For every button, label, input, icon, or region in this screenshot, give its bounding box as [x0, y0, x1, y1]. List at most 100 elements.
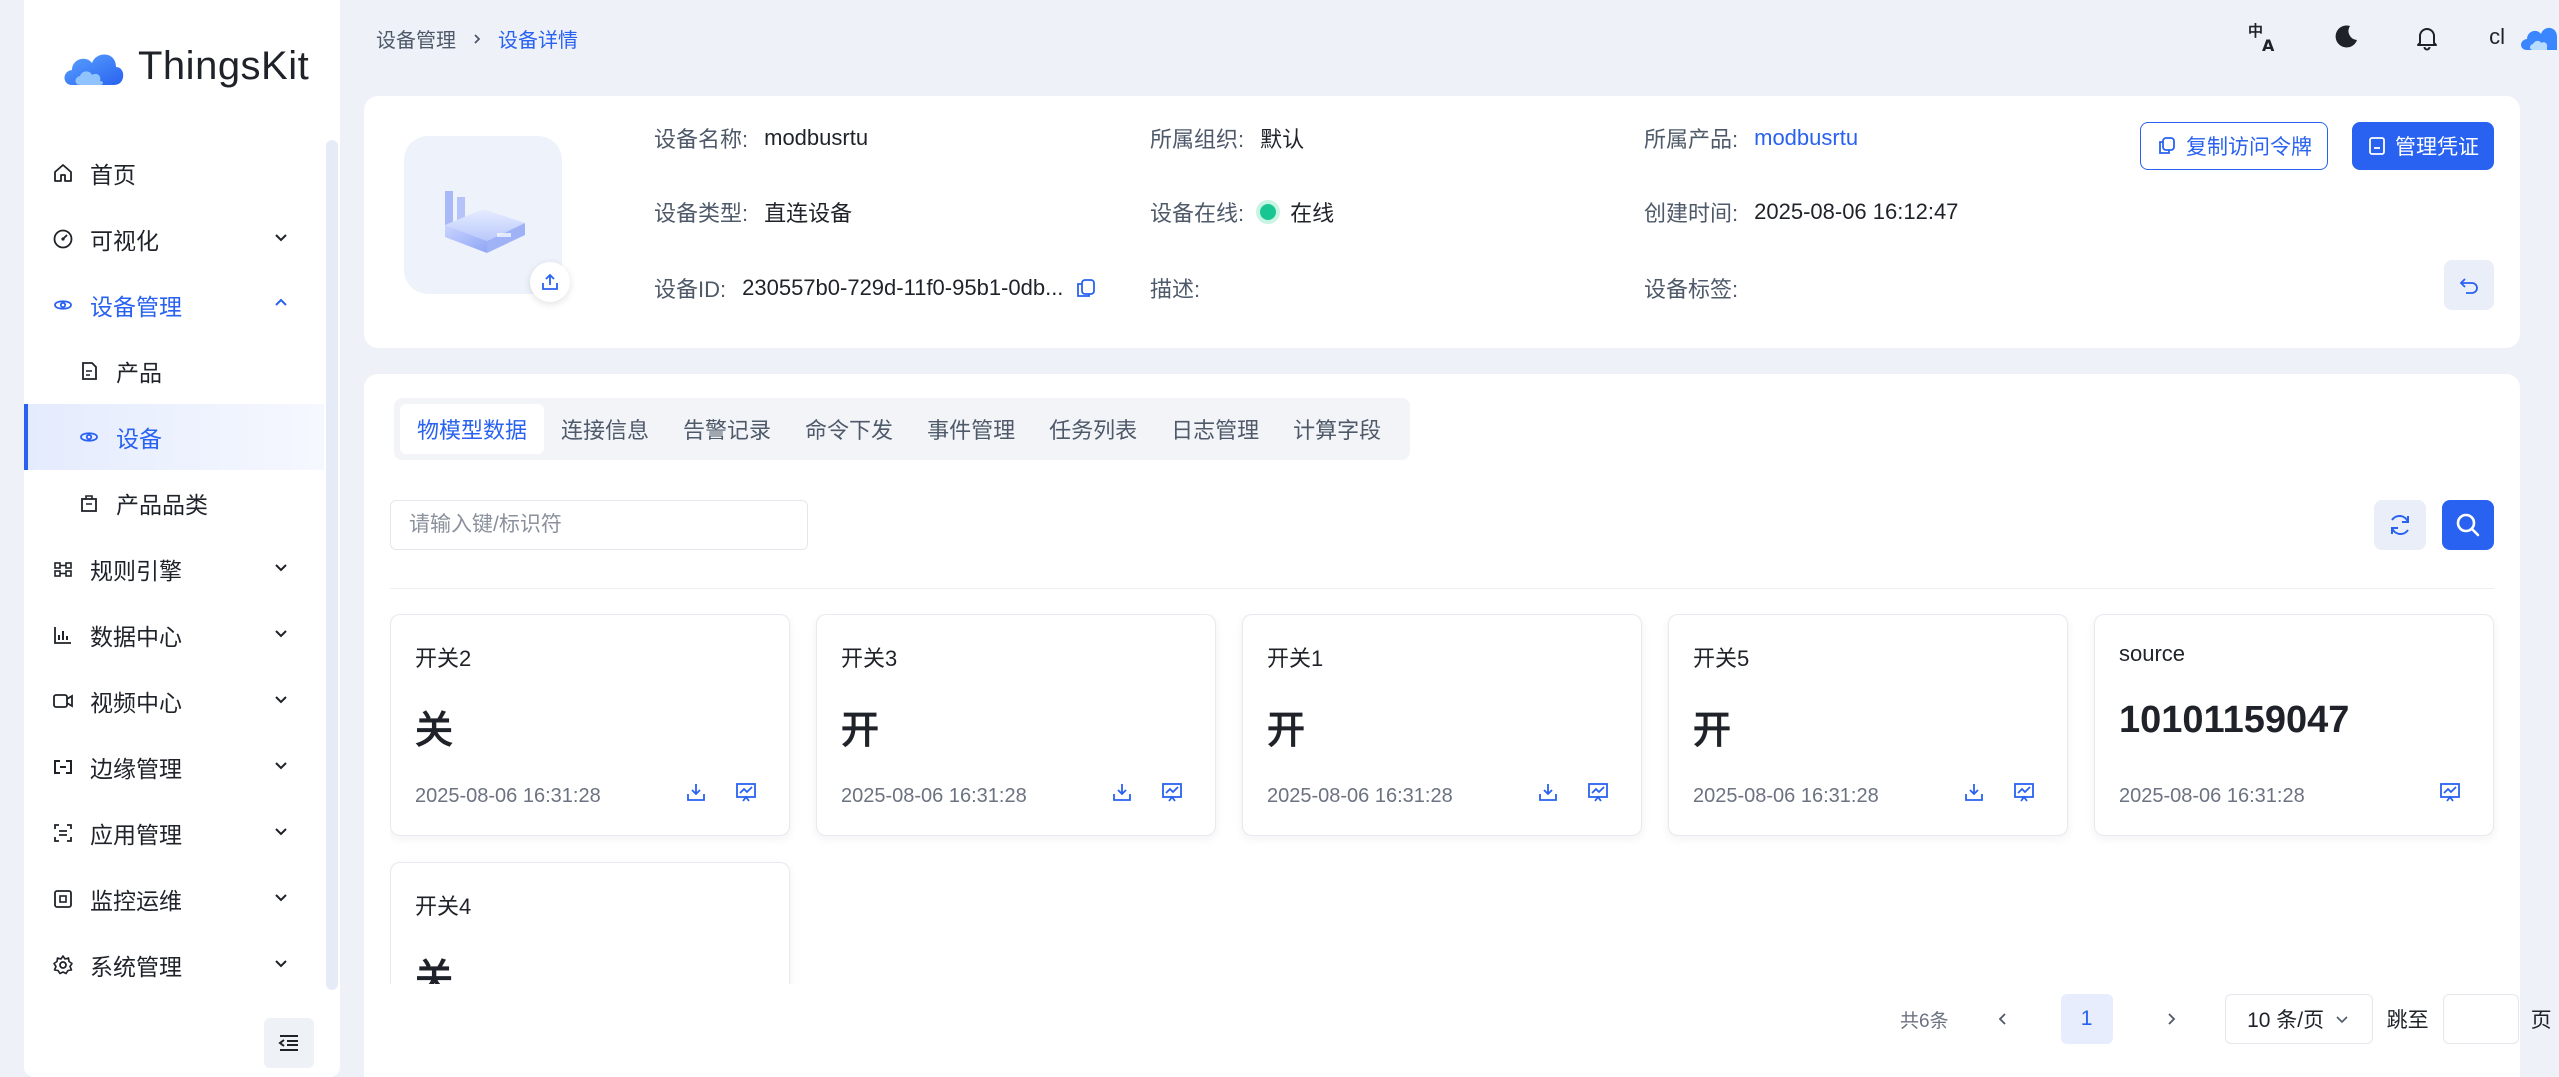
tab-connection-info[interactable]: 连接信息 — [544, 404, 666, 454]
telemetry-card: 开关5 开 2025-08-06 16:31:28 — [1668, 614, 2068, 836]
page-size-select[interactable]: 10 条/页 — [2224, 994, 2373, 1044]
sidebar-item-label: 产品 — [116, 360, 162, 386]
breadcrumb-item-current: 设备详情 — [498, 30, 578, 52]
tab-log-management[interactable]: 日志管理 — [1154, 404, 1276, 454]
jump-page-input[interactable] — [2442, 994, 2519, 1044]
trend-chart-icon[interactable] — [729, 775, 763, 809]
sidebar-item-label: 监控运维 — [90, 888, 182, 914]
chevron-left-icon — [1998, 1013, 2006, 1025]
sidebar-scrollbar[interactable] — [326, 140, 338, 990]
telemetry-card: 开关2 关 2025-08-06 16:31:28 — [390, 614, 790, 836]
device-product-link[interactable]: modbusrtu — [1754, 125, 1858, 151]
sidebar-item-edge-management[interactable]: 边缘管理 — [24, 734, 324, 800]
sidebar-item-video-center[interactable]: 视频中心 — [24, 668, 324, 734]
sidebar-item-visualization[interactable]: 可视化 — [24, 206, 324, 272]
device-type-value: 直连设备 — [764, 201, 853, 226]
tab-thing-model-data[interactable]: 物模型数据 — [400, 404, 545, 454]
dark-mode-icon[interactable] — [2325, 17, 2365, 57]
video-icon — [50, 688, 76, 714]
user-name[interactable]: cl — [2489, 24, 2505, 50]
telemetry-time: 2025-08-06 16:31:28 — [2119, 785, 2305, 807]
telemetry-name: 开关5 — [1693, 646, 1750, 671]
search-icon — [2456, 513, 2480, 537]
chevron-right-icon — [2167, 1013, 2175, 1025]
trend-chart-icon[interactable] — [2007, 775, 2041, 809]
device-type-field: 设备类型: 直连设备 — [654, 196, 852, 228]
chart-icon — [50, 622, 76, 648]
tab-task-list[interactable]: 任务列表 — [1032, 404, 1154, 454]
sidebar-item-system-management[interactable]: 系统管理 — [24, 932, 324, 998]
svg-text:A: A — [2262, 36, 2275, 54]
sidebar-item-label: 规则引擎 — [90, 558, 182, 584]
sidebar-item-app-management[interactable]: 应用管理 — [24, 800, 324, 866]
breadcrumb: 设备管理 设备详情 — [376, 24, 578, 53]
sidebar-item-rule-engine[interactable]: 规则引擎 — [24, 536, 324, 602]
pagination: 共6条 1 10 条/页 跳至 页 — [1900, 994, 2552, 1044]
sidebar-item-monitoring[interactable]: 监控运维 — [24, 866, 324, 932]
chevron-down-icon — [272, 756, 290, 774]
prev-page-button[interactable] — [1983, 999, 2023, 1039]
sidebar-item-device[interactable]: 设备 — [24, 404, 324, 470]
upload-image-button[interactable] — [530, 262, 570, 302]
trend-chart-icon[interactable] — [1581, 775, 1615, 809]
telemetry-value: 开 — [1693, 710, 1732, 752]
sidebar-item-device-management[interactable]: 设备管理 — [24, 272, 324, 338]
download-icon[interactable] — [1105, 775, 1139, 809]
tab-event-management[interactable]: 事件管理 — [910, 404, 1032, 454]
telemetry-value: 开 — [841, 710, 880, 752]
back-button[interactable] — [2444, 260, 2494, 310]
chevron-down-icon — [272, 690, 290, 708]
copy-access-token-button[interactable]: 复制访问令牌 — [2140, 122, 2328, 170]
breadcrumb-item[interactable]: 设备管理 — [376, 24, 456, 53]
page-number-current[interactable]: 1 — [2060, 994, 2113, 1044]
field-label: 创建时间: — [1644, 201, 1739, 226]
sidebar-item-home[interactable]: 首页 — [24, 140, 324, 206]
next-page-button[interactable] — [2151, 999, 2191, 1039]
trend-chart-icon[interactable] — [1155, 775, 1189, 809]
field-label: 描述: — [1150, 277, 1201, 302]
rule-engine-icon — [50, 556, 76, 582]
device-created-field: 创建时间: 2025-08-06 16:12:47 — [1644, 196, 1958, 228]
collapse-sidebar-button[interactable] — [264, 1018, 314, 1068]
online-status-dot — [1260, 204, 1277, 220]
download-icon[interactable] — [679, 775, 713, 809]
app-name: ThingsKit — [138, 44, 310, 88]
sidebar-item-product[interactable]: 产品 — [24, 338, 324, 404]
search-button[interactable] — [2442, 500, 2494, 550]
app-logo[interactable]: ThingsKit — [60, 44, 309, 89]
app-icon — [50, 820, 76, 846]
avatar-icon[interactable] — [2519, 22, 2559, 52]
category-icon — [76, 490, 102, 516]
cloud-logo-icon — [64, 53, 124, 85]
telemetry-time: 2025-08-06 16:31:28 — [415, 785, 601, 807]
chevron-down-icon — [272, 822, 290, 840]
device-product-field: 所属产品: modbusrtu — [1644, 122, 1858, 154]
refresh-button[interactable] — [2374, 500, 2426, 550]
field-label: 设备在线: — [1150, 201, 1245, 226]
trend-chart-icon[interactable] — [2433, 775, 2467, 809]
telemetry-name: 开关4 — [415, 894, 472, 919]
tab-computed-fields[interactable]: 计算字段 — [1276, 404, 1398, 454]
button-label: 管理凭证 — [2395, 136, 2479, 159]
telemetry-time: 2025-08-06 16:31:28 — [1693, 785, 1879, 807]
telemetry-card: 开关4 关 — [390, 862, 790, 984]
translate-icon[interactable]: 中A — [2243, 17, 2283, 57]
download-icon[interactable] — [1531, 775, 1565, 809]
page-unit-label: 页 — [2530, 1009, 2552, 1032]
field-label: 设备标签: — [1644, 277, 1739, 302]
tab-command-dispatch[interactable]: 命令下发 — [788, 404, 910, 454]
factory-icon — [445, 191, 525, 253]
copy-icon[interactable] — [1073, 275, 1099, 301]
sidebar-item-label: 系统管理 — [90, 954, 182, 980]
sidebar: ThingsKit 首页 可视化 设备管理 产品 设备 产品品类 规则引擎 数据… — [24, 0, 340, 1077]
sidebar-item-data-center[interactable]: 数据中心 — [24, 602, 324, 668]
monitor-icon — [50, 886, 76, 912]
sidebar-item-label: 设备 — [116, 426, 162, 452]
telemetry-card: 开关1 开 2025-08-06 16:31:28 — [1242, 614, 1642, 836]
manage-credentials-button[interactable]: 管理凭证 — [2352, 122, 2494, 170]
bell-icon[interactable] — [2407, 17, 2447, 57]
sidebar-item-product-category[interactable]: 产品品类 — [24, 470, 324, 536]
tab-alarm-records[interactable]: 告警记录 — [666, 404, 788, 454]
download-icon[interactable] — [1957, 775, 1991, 809]
search-input[interactable] — [390, 500, 808, 550]
